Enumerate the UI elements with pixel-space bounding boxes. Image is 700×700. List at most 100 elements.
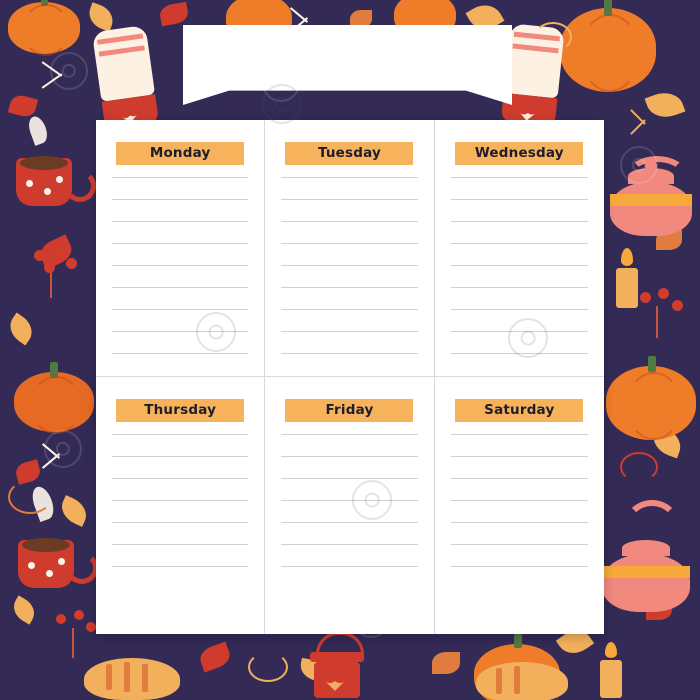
writing-lines-tuesday[interactable] bbox=[281, 177, 418, 354]
writing-line[interactable] bbox=[281, 177, 418, 178]
writing-line[interactable] bbox=[281, 522, 418, 523]
knitted-sock-icon bbox=[86, 24, 168, 130]
pumpkin-icon bbox=[8, 0, 80, 56]
autumn-leaf-icon bbox=[7, 92, 39, 120]
writing-line[interactable] bbox=[112, 331, 249, 332]
writing-line[interactable] bbox=[450, 478, 588, 479]
weekly-planner-sheet: Monday Tuesday Wednesday Thursday Friday… bbox=[96, 120, 604, 634]
sleeping-cat-icon bbox=[476, 654, 568, 700]
writing-line[interactable] bbox=[112, 309, 249, 310]
berry-branch-icon bbox=[22, 246, 82, 306]
twig-icon bbox=[40, 61, 68, 96]
sleeping-cat-icon bbox=[84, 650, 180, 700]
day-cell-saturday[interactable]: Saturday bbox=[435, 377, 604, 634]
writing-line[interactable] bbox=[450, 331, 588, 332]
writing-line[interactable] bbox=[281, 478, 418, 479]
pumpkin-icon bbox=[606, 356, 696, 442]
writing-line[interactable] bbox=[112, 243, 249, 244]
writing-line[interactable] bbox=[450, 177, 588, 178]
writing-line[interactable] bbox=[450, 243, 588, 244]
pumpkin-icon bbox=[560, 0, 656, 94]
day-label-tuesday: Tuesday bbox=[285, 142, 414, 165]
day-cell-thursday[interactable]: Thursday bbox=[96, 377, 266, 634]
coffee-mug-icon bbox=[12, 532, 98, 600]
writing-line[interactable] bbox=[112, 566, 249, 567]
steam-icon bbox=[28, 483, 58, 523]
writing-lines-friday[interactable] bbox=[281, 434, 418, 567]
teapot-icon bbox=[596, 500, 696, 616]
steam-icon bbox=[25, 114, 51, 146]
writing-line[interactable] bbox=[281, 331, 418, 332]
writing-line[interactable] bbox=[112, 199, 249, 200]
writing-line[interactable] bbox=[281, 199, 418, 200]
swirl-icon bbox=[248, 652, 288, 682]
writing-line[interactable] bbox=[281, 500, 418, 501]
autumn-leaf-icon bbox=[13, 459, 43, 485]
writing-line[interactable] bbox=[112, 522, 249, 523]
writing-line[interactable] bbox=[450, 522, 588, 523]
writing-line[interactable] bbox=[450, 287, 588, 288]
writing-line[interactable] bbox=[450, 353, 588, 354]
writing-line[interactable] bbox=[281, 265, 418, 266]
autumn-leaf-icon bbox=[158, 1, 190, 27]
writing-line[interactable] bbox=[281, 434, 418, 435]
planner-page: Monday Tuesday Wednesday Thursday Friday… bbox=[0, 0, 700, 700]
writing-line[interactable] bbox=[281, 287, 418, 288]
swirl-icon bbox=[620, 452, 658, 482]
writing-line[interactable] bbox=[112, 353, 249, 354]
writing-lines-monday[interactable] bbox=[112, 177, 249, 354]
candle-icon bbox=[596, 642, 626, 698]
writing-line[interactable] bbox=[281, 353, 418, 354]
day-label-friday: Friday bbox=[285, 399, 414, 422]
writing-line[interactable] bbox=[450, 221, 588, 222]
writing-line[interactable] bbox=[112, 434, 249, 435]
candle-icon bbox=[612, 248, 642, 310]
writing-line[interactable] bbox=[281, 544, 418, 545]
writing-line[interactable] bbox=[450, 500, 588, 501]
writing-line[interactable] bbox=[450, 199, 588, 200]
watermark bbox=[50, 52, 88, 90]
writing-line[interactable] bbox=[450, 566, 588, 567]
writing-line[interactable] bbox=[112, 544, 249, 545]
writing-line[interactable] bbox=[112, 265, 249, 266]
autumn-leaf-icon bbox=[56, 495, 92, 527]
writing-line[interactable] bbox=[112, 177, 249, 178]
teapot-icon bbox=[604, 156, 700, 240]
writing-line[interactable] bbox=[450, 456, 588, 457]
day-cell-tuesday[interactable]: Tuesday bbox=[265, 120, 435, 377]
day-label-thursday: Thursday bbox=[116, 399, 245, 422]
writing-lines-saturday[interactable] bbox=[450, 434, 588, 567]
autumn-leaf-icon bbox=[197, 641, 233, 673]
writing-line[interactable] bbox=[450, 309, 588, 310]
writing-line[interactable] bbox=[281, 243, 418, 244]
writing-line[interactable] bbox=[450, 544, 588, 545]
writing-line[interactable] bbox=[450, 265, 588, 266]
watermark bbox=[44, 430, 82, 468]
writing-lines-thursday[interactable] bbox=[112, 434, 249, 567]
writing-line[interactable] bbox=[281, 309, 418, 310]
day-cell-wednesday[interactable]: Wednesday bbox=[434, 120, 604, 377]
twig-icon bbox=[40, 443, 68, 478]
writing-line[interactable] bbox=[112, 500, 249, 501]
twig-icon bbox=[628, 109, 656, 144]
title-banner[interactable] bbox=[183, 25, 512, 105]
writing-lines-wednesday[interactable] bbox=[450, 177, 588, 354]
writing-line[interactable] bbox=[112, 221, 249, 222]
day-cell-monday[interactable]: Monday bbox=[96, 120, 266, 377]
writing-line[interactable] bbox=[281, 221, 418, 222]
autumn-leaf-icon bbox=[432, 652, 460, 674]
day-label-monday: Monday bbox=[116, 142, 245, 165]
day-label-saturday: Saturday bbox=[455, 399, 584, 422]
coffee-mug-icon bbox=[10, 150, 96, 218]
writing-line[interactable] bbox=[281, 456, 418, 457]
writing-line[interactable] bbox=[112, 456, 249, 457]
lantern-icon bbox=[306, 632, 368, 700]
writing-line[interactable] bbox=[281, 566, 418, 567]
pumpkin-icon bbox=[14, 362, 94, 434]
writing-line[interactable] bbox=[112, 287, 249, 288]
day-label-wednesday: Wednesday bbox=[455, 142, 584, 165]
autumn-leaf-icon bbox=[85, 2, 117, 32]
writing-line[interactable] bbox=[450, 434, 588, 435]
day-cell-friday[interactable]: Friday bbox=[265, 377, 435, 634]
writing-line[interactable] bbox=[112, 478, 249, 479]
